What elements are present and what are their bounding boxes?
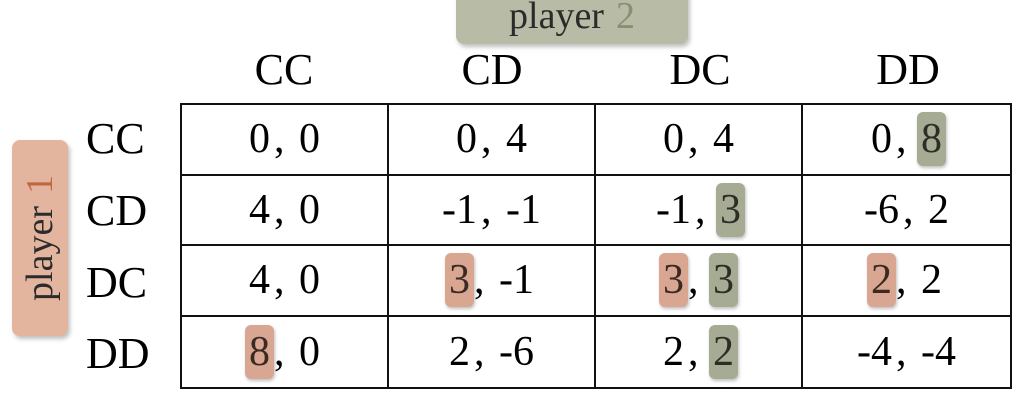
player-1-payoff: 2 [663,328,684,375]
payoff-separator: , [274,186,295,233]
payoff-cell: 0, 4 [389,105,596,176]
player-2-payoff: 2 [709,324,738,379]
player-2-payoff: 2 [928,186,949,233]
player-2-payoff: 4 [713,116,734,163]
player-2-payoff: 0 [299,116,320,163]
player-1-payoff: -6 [864,186,899,233]
payoff-separator: , [481,116,502,163]
player-1-payoff: -1 [656,186,691,233]
payoff-separator: , [474,328,495,375]
payoff-separator: , [274,328,295,375]
payoff-cell: 8, 0 [182,316,389,387]
player-1-payoff: 4 [249,257,270,304]
payoff-separator: , [274,116,295,163]
player-2-payoff: 0 [299,186,320,233]
player-2-payoff: -1 [506,186,541,233]
column-header-cd: CD [461,45,523,94]
row-header-dc: DC [86,258,148,307]
payoff-cell: 2, -6 [389,316,596,387]
column-header-dc: DC [669,45,731,94]
player-2-payoff: -1 [499,257,534,304]
column-header-dd: DD [876,45,940,94]
row-header-cd: CD [86,186,148,235]
payoff-cell: 4, 0 [182,246,389,317]
player-1-payoff: 8 [245,324,274,379]
payoff-separator: , [688,116,709,163]
player-2-payoff: 4 [506,116,527,163]
player-1-payoff: -4 [857,328,892,375]
player-2-payoff: 0 [299,257,320,304]
player-1-badge: player 1 [12,140,68,336]
player-2-payoff: -6 [499,328,534,375]
payoff-separator: , [695,186,716,233]
payoff-cell: 3, -1 [389,246,596,317]
player-2-badge: player 2 [456,0,688,44]
player-1-payoff: 0 [663,116,684,163]
player-2-payoff: 3 [709,253,738,308]
player-1-label: player 1 [12,140,68,336]
player-1-payoff: 0 [871,116,892,163]
player-1-label-text: player [19,206,61,301]
row-header-cc: CC [86,114,145,163]
payoff-cell: 0, 0 [182,105,389,176]
row-header-dd: DD [86,329,150,378]
payoff-cell: -4, -4 [803,317,1010,388]
payoff-separator: , [481,186,502,233]
player-1-payoff: 3 [445,253,474,308]
player-2-payoff: 8 [917,112,946,167]
player-2-payoff: 3 [716,182,745,237]
player-1-payoff: -1 [442,186,477,233]
payoff-cell: 3, 3 [596,246,803,317]
player-1-payoff: 2 [449,328,470,375]
payoff-separator: , [688,257,709,304]
payoff-cell: 2, 2 [803,246,1010,317]
payoff-separator: , [688,328,709,375]
player-1-payoff: 0 [249,116,270,163]
payoff-cell: 0, 8 [803,105,1010,176]
payoff-separator: , [274,257,295,304]
player-2-payoff: -4 [921,328,956,375]
player-2-label-number: 2 [615,0,635,37]
payoff-cell: -1, 3 [596,175,803,246]
payoff-separator: , [896,328,917,375]
payoff-cell: -6, 2 [803,176,1010,246]
payoff-separator: , [896,116,917,163]
column-header-cc: CC [254,45,314,94]
payoff-cell: 0, 4 [596,105,803,176]
payoff-separator: , [896,257,917,304]
player-1-payoff: 4 [249,186,270,233]
player-2-label-text: player [509,0,604,37]
player-2-payoff: 0 [299,328,320,375]
player-2-payoff: 2 [921,257,942,304]
payoff-separator: , [474,257,495,304]
payoff-cell: 4, 0 [182,175,389,246]
player-1-payoff: 3 [659,253,688,308]
payoff-cell: -1, -1 [389,175,596,246]
player-1-payoff: 0 [456,116,477,163]
player-1-label-number: 1 [19,175,61,195]
payoff-cell: 2, 2 [596,316,803,387]
player-1-payoff: 2 [867,253,896,308]
payoff-separator: , [903,186,924,233]
payoff-matrix: 0, 00, 40, 40, 84, 0 -1, -1 -1, 3 -6, 24, 0… [180,103,1012,389]
